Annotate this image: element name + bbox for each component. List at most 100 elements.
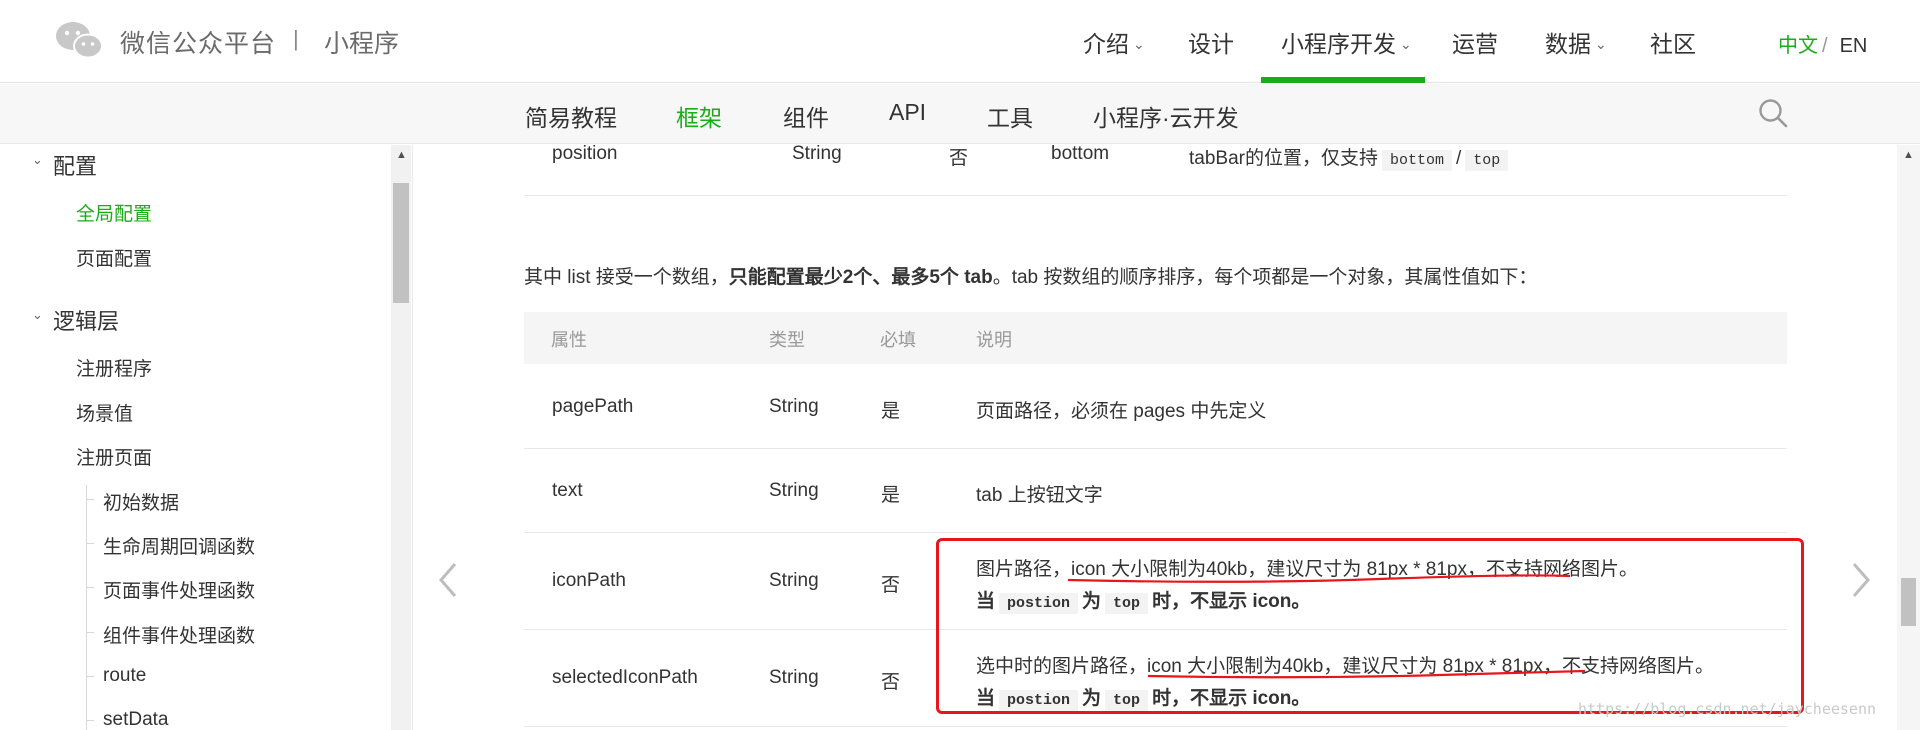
sidebar-divider xyxy=(412,145,413,730)
code-bottom: bottom xyxy=(1381,150,1452,171)
nav-item-design[interactable]: 设计 xyxy=(1188,25,1234,59)
language-switch: 中文 / EN xyxy=(1778,29,1867,58)
brand-title[interactable]: 微信公众平台 xyxy=(120,24,276,60)
brand-separator: | xyxy=(293,26,299,51)
wechat-logo-icon[interactable] xyxy=(55,20,103,60)
tab-tools[interactable]: 工具 xyxy=(987,99,1033,133)
chevron-down-icon: ⌄ xyxy=(1133,36,1145,52)
lang-en-link[interactable]: EN xyxy=(1840,35,1868,57)
sub-nav: 简易教程 框架 组件 API 工具 小程序·云开发 xyxy=(0,84,1920,144)
row-required: 否 xyxy=(949,148,969,169)
tree-branch xyxy=(86,499,94,500)
sidebar-subitem-page-events[interactable]: 页面事件处理函数 xyxy=(103,576,255,603)
nav-active-indicator xyxy=(1261,77,1425,83)
nav-label: 小程序开发 xyxy=(1281,31,1396,57)
collapse-caret-icon[interactable]: ⌄ xyxy=(32,152,43,168)
sidebar-subitem-lifecycle[interactable]: 生命周期回调函数 xyxy=(103,532,255,559)
nav-label: 介绍 xyxy=(1083,31,1129,57)
sidebar-item-scene[interactable]: 场景值 xyxy=(76,399,133,426)
sidebar-scrollbar[interactable]: ▲ xyxy=(391,145,411,730)
sidebar-subitem-setdata[interactable]: setData xyxy=(103,709,168,730)
row-desc: tabBar的位置，仅支持 bottom / top xyxy=(1189,143,1512,171)
search-icon[interactable] xyxy=(1758,98,1788,128)
nav-label: 设计 xyxy=(1188,31,1234,57)
tab-api[interactable]: API xyxy=(889,99,926,126)
tab-components[interactable]: 组件 xyxy=(783,99,829,133)
nav-item-data[interactable]: 数据 ⌄ xyxy=(1545,25,1607,59)
row-divider xyxy=(524,448,1787,449)
nav-label: 运营 xyxy=(1452,31,1498,57)
nav-label: 社区 xyxy=(1650,31,1696,57)
content-scrollbar[interactable]: ▲ xyxy=(1897,145,1920,730)
desc-slash: / xyxy=(1456,148,1462,169)
chevron-down-icon: ⌄ xyxy=(1400,36,1412,52)
row-name: selectedIconPath xyxy=(552,667,698,688)
lang-zh-link[interactable]: 中文 xyxy=(1778,35,1818,57)
row-name: text xyxy=(552,480,583,501)
top-header: 微信公众平台 | 小程序 介绍 ⌄ 设计 小程序开发 ⌄ 运营 数据 ⌄ 社区 中文 /… xyxy=(0,0,1920,83)
row-default: bottom xyxy=(1051,143,1110,164)
table-header: 属性 类型 必填 说明 xyxy=(524,312,1787,364)
row-name: iconPath xyxy=(552,570,626,591)
row-required: 是 xyxy=(881,401,901,422)
sidebar-subitem-initial-data[interactable]: 初始数据 xyxy=(103,488,179,515)
scroll-up-arrow-icon[interactable]: ▲ xyxy=(396,149,407,161)
nav-item-dev[interactable]: 小程序开发 ⌄ xyxy=(1281,25,1412,59)
previous-page-arrow-icon[interactable] xyxy=(435,560,461,600)
nav-item-community[interactable]: 社区 xyxy=(1650,25,1696,59)
nav-item-intro[interactable]: 介绍 ⌄ xyxy=(1083,25,1145,59)
row-required: 是 xyxy=(881,485,901,506)
row-divider xyxy=(524,532,1787,533)
row-name: pagePath xyxy=(552,396,634,417)
tab-cloud-dev[interactable]: 小程序·云开发 xyxy=(1093,99,1239,133)
tree-branch xyxy=(86,632,94,633)
sidebar-group-logic[interactable]: 逻辑层 xyxy=(53,304,119,336)
header-required: 必填 xyxy=(880,330,916,350)
sidebar-scroll-thumb[interactable] xyxy=(393,183,409,303)
desc-text: tabBar的位置，仅支持 xyxy=(1189,148,1378,169)
tree-branch xyxy=(86,543,94,544)
chevron-down-icon: ⌄ xyxy=(1595,36,1607,52)
annotation-box xyxy=(936,538,1804,714)
annotation-underline xyxy=(1067,574,1571,583)
para-suffix: 。tab 按数组的顺序排序，每个项都是一个对象，其属性值如下： xyxy=(992,267,1538,288)
row-required: 否 xyxy=(881,672,901,693)
row-desc: tab 上按钮文字 xyxy=(976,485,1103,506)
next-page-arrow-icon[interactable] xyxy=(1848,560,1874,600)
collapse-caret-icon[interactable]: ⌄ xyxy=(32,307,43,323)
sidebar-subitem-route[interactable]: route xyxy=(103,665,146,687)
row-type: String xyxy=(792,143,842,164)
row-divider xyxy=(524,195,1787,196)
row-name: position xyxy=(552,143,618,164)
row-divider xyxy=(524,726,1787,727)
para-prefix: 其中 list 接受一个数组， xyxy=(524,267,729,288)
tree-branch xyxy=(86,587,94,588)
sidebar-group-config[interactable]: 配置 xyxy=(53,149,97,181)
header-type: 类型 xyxy=(769,330,805,350)
sidebar-item-register-app[interactable]: 注册程序 xyxy=(76,354,152,381)
row-type: String xyxy=(769,570,819,591)
sidebar: ⌄ 配置 全局配置 页面配置 ⌄ 逻辑层 注册程序 场景值 注册页面 初始数据 … xyxy=(0,145,412,730)
sidebar-item-page-config[interactable]: 页面配置 xyxy=(76,244,152,271)
tree-branch xyxy=(86,720,94,721)
sidebar-item-register-page[interactable]: 注册页面 xyxy=(76,443,152,470)
content-scroll-thumb[interactable] xyxy=(1901,578,1916,626)
nav-item-operation[interactable]: 运营 xyxy=(1452,25,1498,59)
tab-tutorial[interactable]: 简易教程 xyxy=(525,99,617,133)
row-desc: 页面路径，必须在 pages 中先定义 xyxy=(976,401,1267,422)
tab-framework[interactable]: 框架 xyxy=(676,99,722,133)
row-type: String xyxy=(769,396,819,417)
row-type: String xyxy=(769,667,819,688)
row-required: 否 xyxy=(881,575,901,596)
intro-paragraph: 其中 list 接受一个数组，只能配置最少2个、最多5个 tab。tab 按数组… xyxy=(524,262,1537,289)
row-type: String xyxy=(769,480,819,501)
sidebar-subitem-component-events[interactable]: 组件事件处理函数 xyxy=(103,621,255,648)
tree-branch xyxy=(86,676,94,677)
sidebar-item-global-config[interactable]: 全局配置 xyxy=(76,199,152,226)
header-attr: 属性 xyxy=(551,330,587,350)
para-bold: 只能配置最少2个、最多5个 tab xyxy=(728,267,993,288)
tree-guide-line xyxy=(86,485,87,730)
scroll-up-arrow-icon[interactable]: ▲ xyxy=(1903,149,1914,161)
brand-subtitle[interactable]: 小程序 xyxy=(324,24,399,60)
header-desc: 说明 xyxy=(976,330,1012,350)
